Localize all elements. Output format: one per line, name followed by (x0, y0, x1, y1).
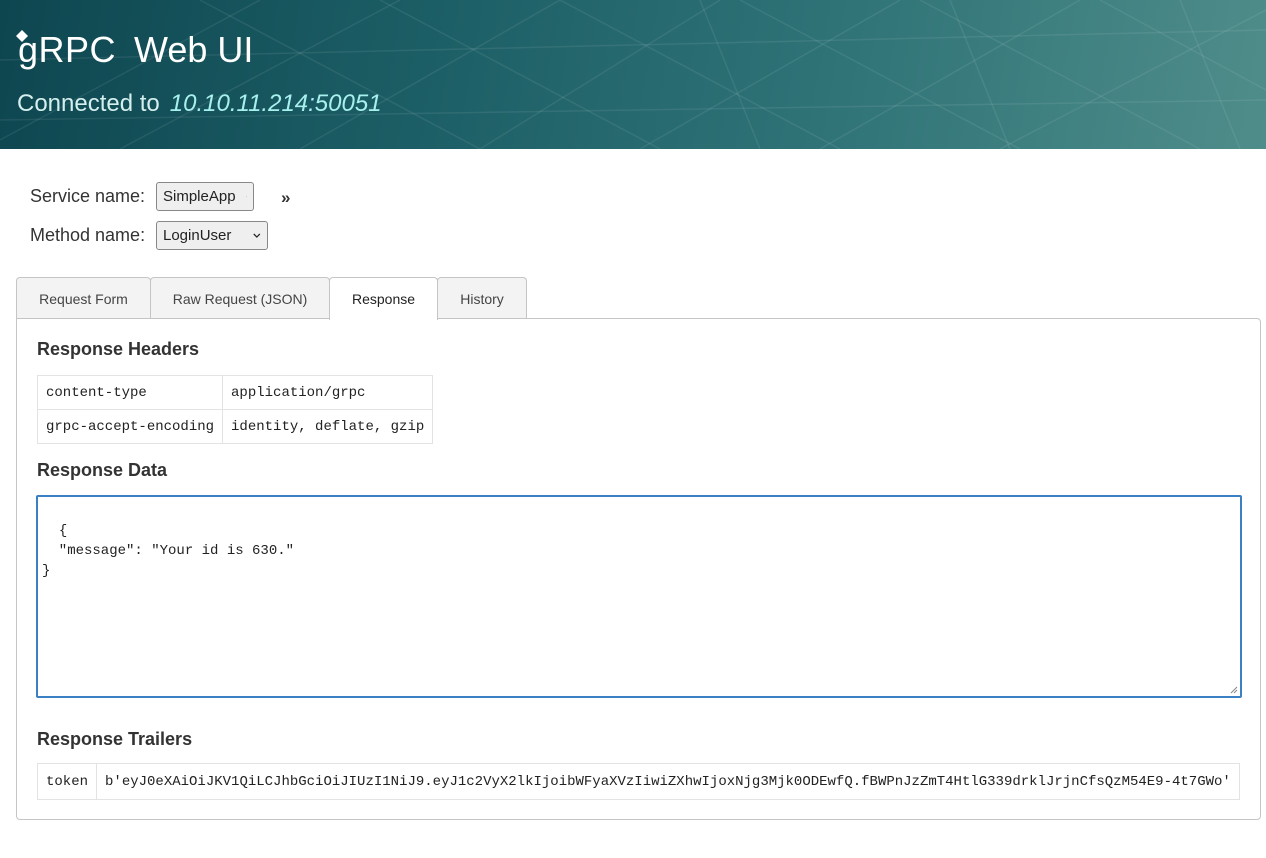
method-name-label: Method name: (30, 225, 146, 245)
connection-status: Connected to 10.10.11.214:50051 (17, 90, 382, 118)
method-name-select[interactable]: LoginUser (156, 221, 268, 250)
service-name-value: SimpleApp (163, 188, 236, 205)
tab-label: Request Form (39, 290, 128, 307)
chevron-down-icon (245, 196, 247, 197)
tab-raw-request[interactable]: Raw Request (JSON) (150, 277, 330, 319)
response-data-textarea[interactable]: { "message": "Your id is 630." } (36, 495, 1242, 698)
header-value: identity, deflate, gzip (222, 409, 434, 444)
grpc-logo-text: gRPC (18, 29, 117, 70)
trailer-value: b'eyJ0eXAiOiJKV1QiLCJhbGciOiJIUzI1NiJ9.e… (96, 763, 1240, 800)
service-name-select[interactable]: SimpleApp (156, 182, 254, 211)
expand-button[interactable]: » (281, 188, 290, 208)
trailer-key: token (36, 763, 98, 800)
table-row: content-type application/grpc (36, 375, 434, 410)
method-name-value: LoginUser (163, 227, 232, 244)
tab-label: Raw Request (JSON) (172, 290, 308, 307)
response-data-text: { "message": "Your id is 630." } (42, 523, 295, 579)
app-header: gRPC Web UI Connected to 10.10.11.214:500… (0, 0, 1266, 149)
grpc-logo-diamond-icon (16, 30, 28, 42)
header-value: application/grpc (222, 375, 434, 410)
header-key: content-type (36, 375, 224, 410)
table-row: token b'eyJ0eXAiOiJKV1QiLCJhbGciOiJIUzI1… (36, 763, 1240, 800)
table-row: grpc-accept-encoding identity, deflate, … (36, 409, 434, 444)
response-trailers-title: Response Trailers (37, 729, 193, 749)
method-row: Method name: LoginUser (30, 221, 268, 250)
response-headers-title: Response Headers (37, 339, 200, 359)
chevron-down-icon (253, 233, 261, 238)
tab-label: Response (351, 291, 416, 307)
service-row: Service name: SimpleApp (30, 182, 254, 211)
header-key: grpc-accept-encoding (36, 409, 224, 444)
service-name-label: Service name: (30, 186, 146, 206)
response-trailers-table: token b'eyJ0eXAiOiJKV1QiLCJhbGciOiJIUzI1… (36, 763, 1240, 800)
tab-label: History (460, 290, 504, 307)
header-background-pattern (0, 0, 1266, 149)
resize-grip-icon[interactable] (1228, 684, 1238, 694)
tab-history[interactable]: History (437, 277, 527, 319)
connected-label: Connected to (17, 90, 160, 117)
server-address: 10.10.11.214:50051 (169, 90, 382, 117)
app-title: Web UI (134, 29, 254, 70)
app-logo: gRPC Web UI (16, 28, 254, 72)
tab-response[interactable]: Response (329, 277, 438, 320)
tab-request-form[interactable]: Request Form (16, 277, 151, 319)
response-data-title: Response Data (37, 460, 168, 480)
response-headers-table: content-type application/grpc grpc-accep… (36, 375, 434, 444)
